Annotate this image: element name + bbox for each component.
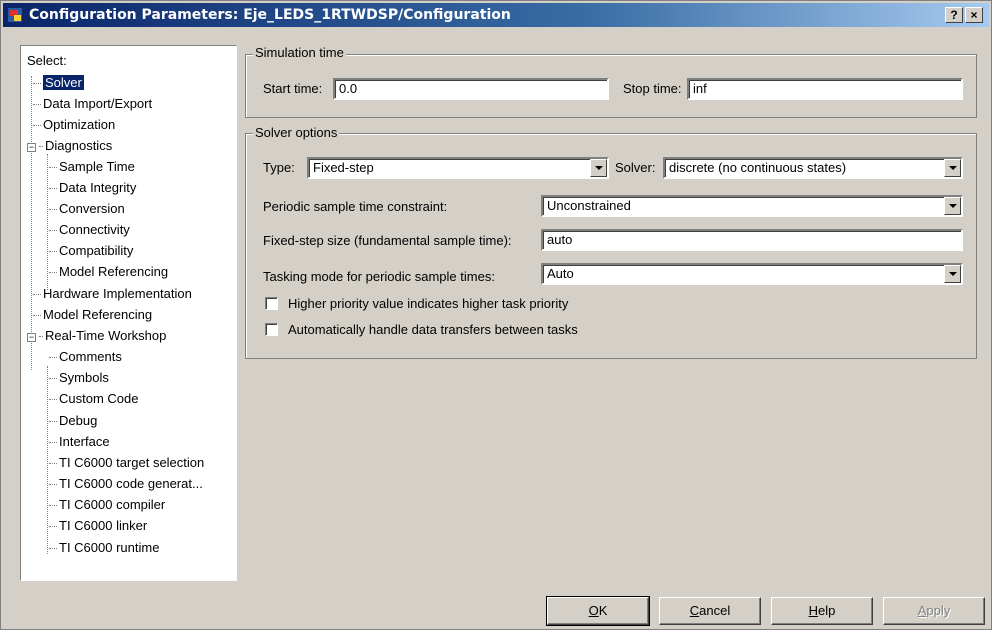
tree-item-sample-time[interactable]: Sample Time	[49, 158, 135, 175]
tree-connector	[31, 76, 32, 370]
tree-item-model-referencing-diag[interactable]: Model Referencing	[49, 263, 168, 280]
type-value: Fixed-step	[313, 160, 374, 175]
chevron-down-icon[interactable]	[944, 265, 961, 283]
start-time-label: Start time:	[263, 81, 323, 96]
collapse-icon[interactable]: −	[27, 143, 36, 152]
start-time-input[interactable]: 0.0	[333, 78, 609, 100]
tree-connector	[47, 366, 48, 554]
tree-item-data-import-export[interactable]: Data Import/Export	[33, 95, 152, 112]
tree-item-diagnostics[interactable]: Diagnostics	[39, 137, 112, 154]
tree-item-compatibility[interactable]: Compatibility	[49, 242, 133, 259]
type-label: Type:	[263, 160, 295, 175]
select-tree-panel: Select: − − Solver Data Import/Export Op…	[20, 45, 237, 581]
tree-connector	[47, 154, 48, 290]
chevron-down-icon[interactable]	[590, 159, 607, 177]
ok-button[interactable]: OK	[546, 596, 650, 626]
auto-data-transfer-checkbox[interactable]	[265, 323, 278, 336]
solver-options-legend: Solver options	[253, 125, 340, 140]
solver-dropdown[interactable]: discrete (no continuous states)	[663, 157, 963, 179]
title-bar[interactable]: Configuration Parameters: Eje_LEDS_1RTWD…	[3, 3, 989, 27]
tree-item-hardware-implementation[interactable]: Hardware Implementation	[33, 285, 192, 302]
collapse-icon[interactable]: −	[27, 333, 36, 342]
solver-value: discrete (no continuous states)	[669, 160, 847, 175]
chevron-down-icon[interactable]	[944, 159, 961, 177]
simulation-time-legend: Simulation time	[253, 45, 346, 60]
chevron-down-icon[interactable]	[944, 197, 961, 215]
periodic-constraint-value: Unconstrained	[547, 198, 631, 213]
tree-header: Select:	[27, 53, 67, 68]
tree-item-ti-code-generation[interactable]: TI C6000 code generat...	[49, 475, 203, 492]
stop-time-label: Stop time:	[623, 81, 682, 96]
close-icon[interactable]: ×	[965, 7, 983, 23]
tree-item-connectivity[interactable]: Connectivity	[49, 221, 130, 238]
tree-item-ti-compiler[interactable]: TI C6000 compiler	[49, 496, 165, 513]
apply-button[interactable]: Apply	[883, 597, 985, 625]
tasking-mode-value: Auto	[547, 266, 574, 281]
tree-item-ti-linker[interactable]: TI C6000 linker	[49, 517, 147, 534]
cancel-button[interactable]: Cancel	[659, 597, 761, 625]
solver-label: Solver:	[615, 160, 656, 175]
auto-data-transfer-label[interactable]: Automatically handle data transfers betw…	[288, 322, 578, 337]
tree-item-interface[interactable]: Interface	[49, 433, 110, 450]
tree-item-model-referencing[interactable]: Model Referencing	[33, 306, 152, 323]
title-help-button[interactable]: ?	[945, 7, 963, 23]
higher-priority-label[interactable]: Higher priority value indicates higher t…	[288, 296, 568, 311]
tasking-mode-label: Tasking mode for periodic sample times:	[263, 269, 495, 284]
fixed-step-input[interactable]: auto	[541, 229, 963, 251]
periodic-constraint-label: Periodic sample time constraint:	[263, 199, 448, 214]
stop-time-input[interactable]: inf	[687, 78, 963, 100]
tree-item-conversion[interactable]: Conversion	[49, 200, 125, 217]
help-button[interactable]: Help	[771, 597, 873, 625]
higher-priority-checkbox[interactable]	[265, 297, 278, 310]
simulink-app-icon	[7, 7, 23, 23]
tree-item-comments[interactable]: Comments	[49, 348, 122, 365]
tree-item-solver[interactable]: Solver	[33, 74, 84, 91]
tree-item-data-integrity[interactable]: Data Integrity	[49, 179, 136, 196]
dialog-window: Configuration Parameters: Eje_LEDS_1RTWD…	[0, 0, 992, 630]
tasking-mode-dropdown[interactable]: Auto	[541, 263, 963, 285]
tree-item-debug[interactable]: Debug	[49, 412, 97, 429]
fixed-step-label: Fixed-step size (fundamental sample time…	[263, 233, 512, 248]
tree-item-optimization[interactable]: Optimization	[33, 116, 115, 133]
tree-item-custom-code[interactable]: Custom Code	[49, 390, 138, 407]
tree-item-symbols[interactable]: Symbols	[49, 369, 109, 386]
tree-item-ti-runtime[interactable]: TI C6000 runtime	[49, 539, 159, 556]
periodic-constraint-dropdown[interactable]: Unconstrained	[541, 195, 963, 217]
tree-item-ti-target-selection[interactable]: TI C6000 target selection	[49, 454, 204, 471]
tree-item-real-time-workshop[interactable]: Real-Time Workshop	[39, 327, 166, 344]
window-title: Configuration Parameters: Eje_LEDS_1RTWD…	[29, 7, 511, 23]
type-dropdown[interactable]: Fixed-step	[307, 157, 609, 179]
